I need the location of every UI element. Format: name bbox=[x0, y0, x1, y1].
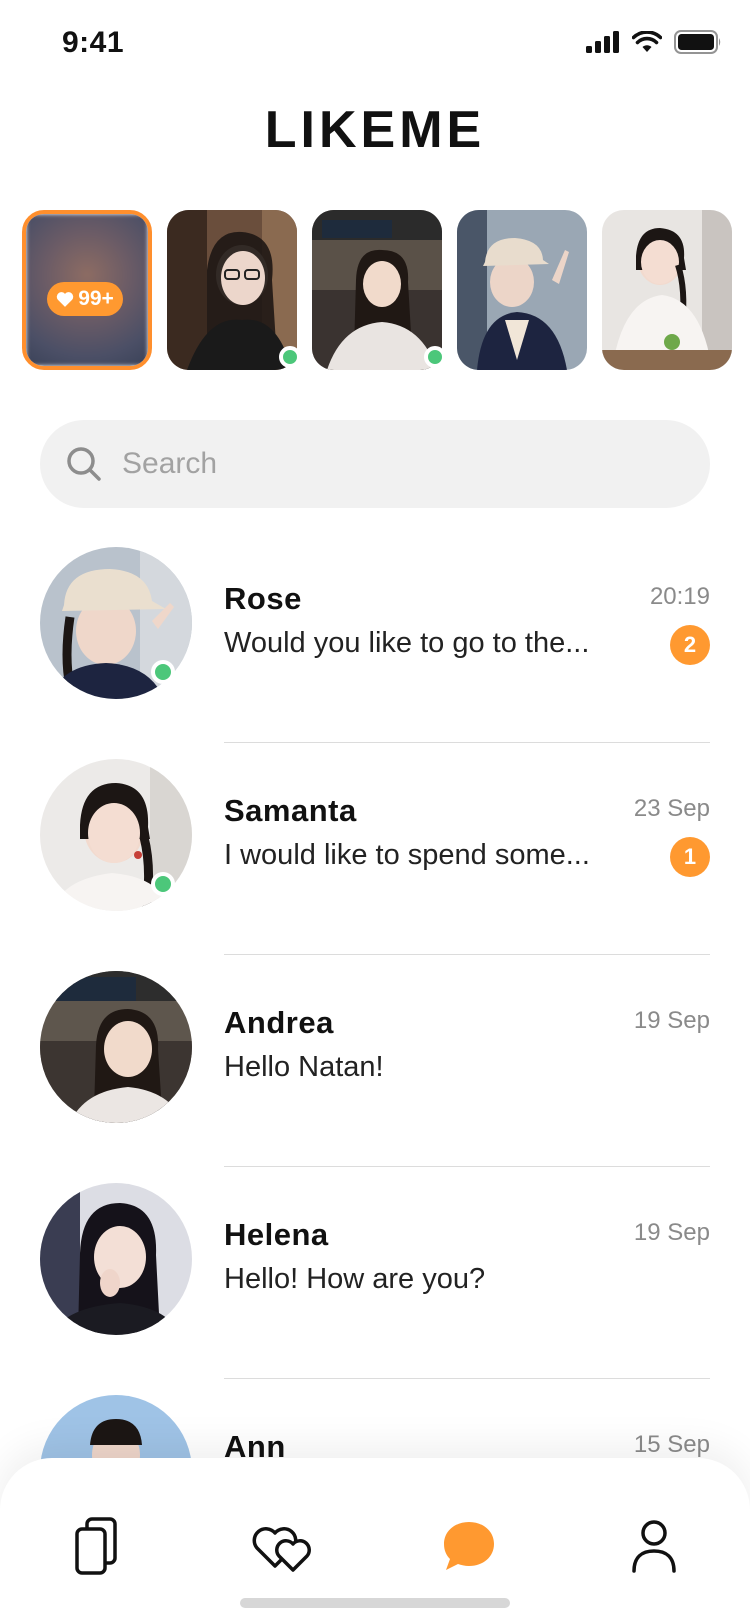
message-time: 15 Sep bbox=[633, 1431, 710, 1458]
avatar bbox=[40, 1183, 192, 1335]
cellular-signal-icon bbox=[586, 31, 619, 53]
story-photo bbox=[602, 210, 732, 370]
stories-row[interactable]: 99+ bbox=[22, 208, 750, 373]
story-card[interactable] bbox=[312, 210, 446, 370]
contact-name: Andrea bbox=[224, 1005, 334, 1040]
search-bar[interactable] bbox=[40, 420, 710, 508]
message-preview: Hello! How are you? bbox=[224, 1263, 486, 1295]
hearts-icon bbox=[252, 1527, 311, 1572]
message-time: 20:19 bbox=[649, 583, 710, 610]
cards-icon bbox=[75, 1517, 117, 1575]
avatar bbox=[40, 971, 192, 1123]
nav-cards-button[interactable] bbox=[56, 1506, 136, 1586]
app-title: LIKEME bbox=[264, 101, 486, 159]
unread-count-badge: 2 bbox=[670, 625, 710, 665]
home-indicator bbox=[240, 1598, 510, 1608]
status-bar: 9:41 bbox=[0, 0, 750, 90]
chat-list-item[interactable]: Samanta I would like to spend some... 23… bbox=[0, 743, 750, 955]
likes-story-card[interactable]: 99+ bbox=[22, 210, 152, 370]
chat-list-item[interactable]: Rose Would you like to go to the... 20:1… bbox=[0, 531, 750, 743]
search-input[interactable] bbox=[122, 420, 682, 508]
nav-messages-button[interactable] bbox=[429, 1506, 509, 1586]
message-preview: I would like to spend some... bbox=[224, 839, 590, 871]
online-indicator bbox=[424, 346, 446, 368]
message-time: 19 Sep bbox=[633, 1007, 710, 1034]
message-time: 19 Sep bbox=[633, 1219, 710, 1246]
likes-count: 99+ bbox=[78, 287, 114, 310]
likes-count-badge: 99+ bbox=[47, 282, 123, 316]
message-preview: Hello Natan! bbox=[224, 1051, 384, 1083]
story-photo bbox=[312, 210, 442, 370]
online-indicator bbox=[151, 660, 175, 684]
status-time: 9:41 bbox=[62, 26, 125, 59]
contact-name: Rose bbox=[224, 581, 302, 616]
story-card[interactable] bbox=[457, 210, 587, 370]
profile-icon bbox=[632, 1520, 676, 1573]
nav-likes-button[interactable] bbox=[245, 1506, 325, 1586]
bottom-navigation bbox=[0, 1458, 750, 1624]
online-indicator bbox=[279, 346, 301, 368]
heart-icon bbox=[56, 292, 74, 307]
online-indicator bbox=[151, 872, 175, 896]
search-icon bbox=[67, 447, 101, 481]
chat-list-item[interactable]: Helena Hello! How are you? 19 Sep bbox=[0, 1167, 750, 1379]
story-photo bbox=[167, 210, 297, 370]
story-card[interactable] bbox=[167, 210, 301, 370]
nav-profile-button[interactable] bbox=[614, 1506, 694, 1586]
message-time: 23 Sep bbox=[633, 795, 710, 822]
battery-icon bbox=[674, 30, 721, 54]
story-card[interactable] bbox=[602, 210, 732, 370]
unread-count-badge: 1 bbox=[670, 837, 710, 877]
status-icons bbox=[586, 30, 722, 54]
story-photo bbox=[457, 210, 587, 370]
wifi-icon bbox=[632, 31, 662, 52]
contact-name: Helena bbox=[224, 1217, 329, 1252]
contact-name: Samanta bbox=[224, 793, 357, 828]
message-preview: Would you like to go to the... bbox=[224, 627, 590, 659]
chat-list-item[interactable]: Andrea Hello Natan! 19 Sep bbox=[0, 955, 750, 1167]
chat-bubble-icon bbox=[444, 1522, 494, 1570]
